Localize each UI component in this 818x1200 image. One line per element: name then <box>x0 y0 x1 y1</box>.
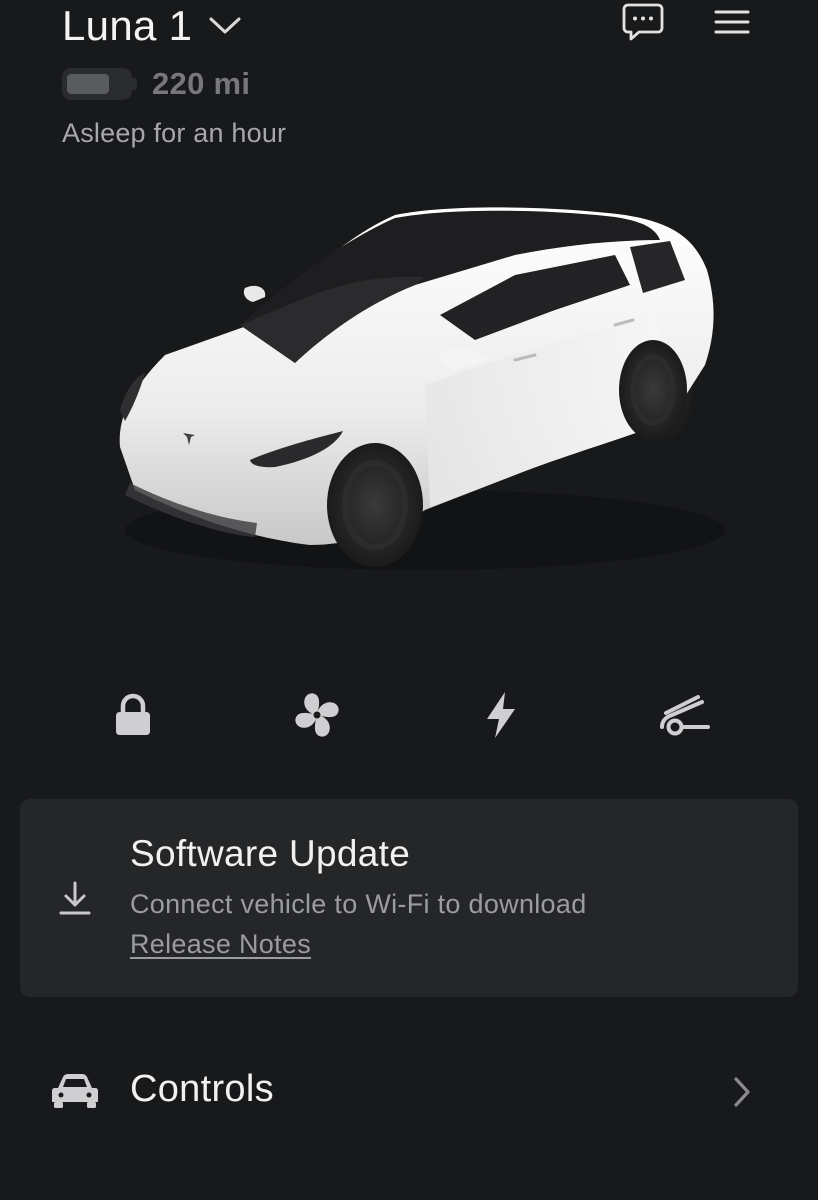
car-image <box>119 207 725 570</box>
battery-fill <box>67 74 109 94</box>
software-update-title: Software Update <box>130 833 411 874</box>
controls-row[interactable]: Controls <box>0 1052 818 1132</box>
vehicle-name: Luna 1 <box>62 2 193 49</box>
frunk-icon <box>660 695 710 736</box>
controls-label: Controls <box>130 1068 274 1110</box>
download-icon <box>59 881 91 915</box>
message-icon[interactable] <box>621 2 665 42</box>
vehicle-selector[interactable]: Luna 1 <box>62 2 242 50</box>
frunk-button[interactable] <box>650 680 720 750</box>
lock-button[interactable] <box>98 680 168 750</box>
range-indicator: 220 mi <box>62 66 250 102</box>
lock-icon <box>116 693 150 735</box>
release-notes-link[interactable]: Release Notes <box>130 929 311 960</box>
chevron-right-icon <box>734 1077 750 1107</box>
quick-actions <box>0 680 818 750</box>
climate-button[interactable] <box>282 680 352 750</box>
chevron-down-icon[interactable] <box>208 16 242 36</box>
battery-icon <box>62 67 140 101</box>
fan-icon <box>295 693 339 737</box>
software-update-message: Connect vehicle to Wi-Fi to download <box>130 889 587 919</box>
vehicle-status: Asleep for an hour <box>62 118 287 148</box>
car-icon <box>52 1074 98 1108</box>
lightning-icon <box>487 692 515 738</box>
range-value: 220 mi <box>152 66 251 101</box>
charge-button[interactable] <box>466 680 536 750</box>
menu-icon[interactable] <box>710 2 754 42</box>
software-update-card[interactable]: Software Update Connect vehicle to Wi-Fi… <box>20 799 798 997</box>
